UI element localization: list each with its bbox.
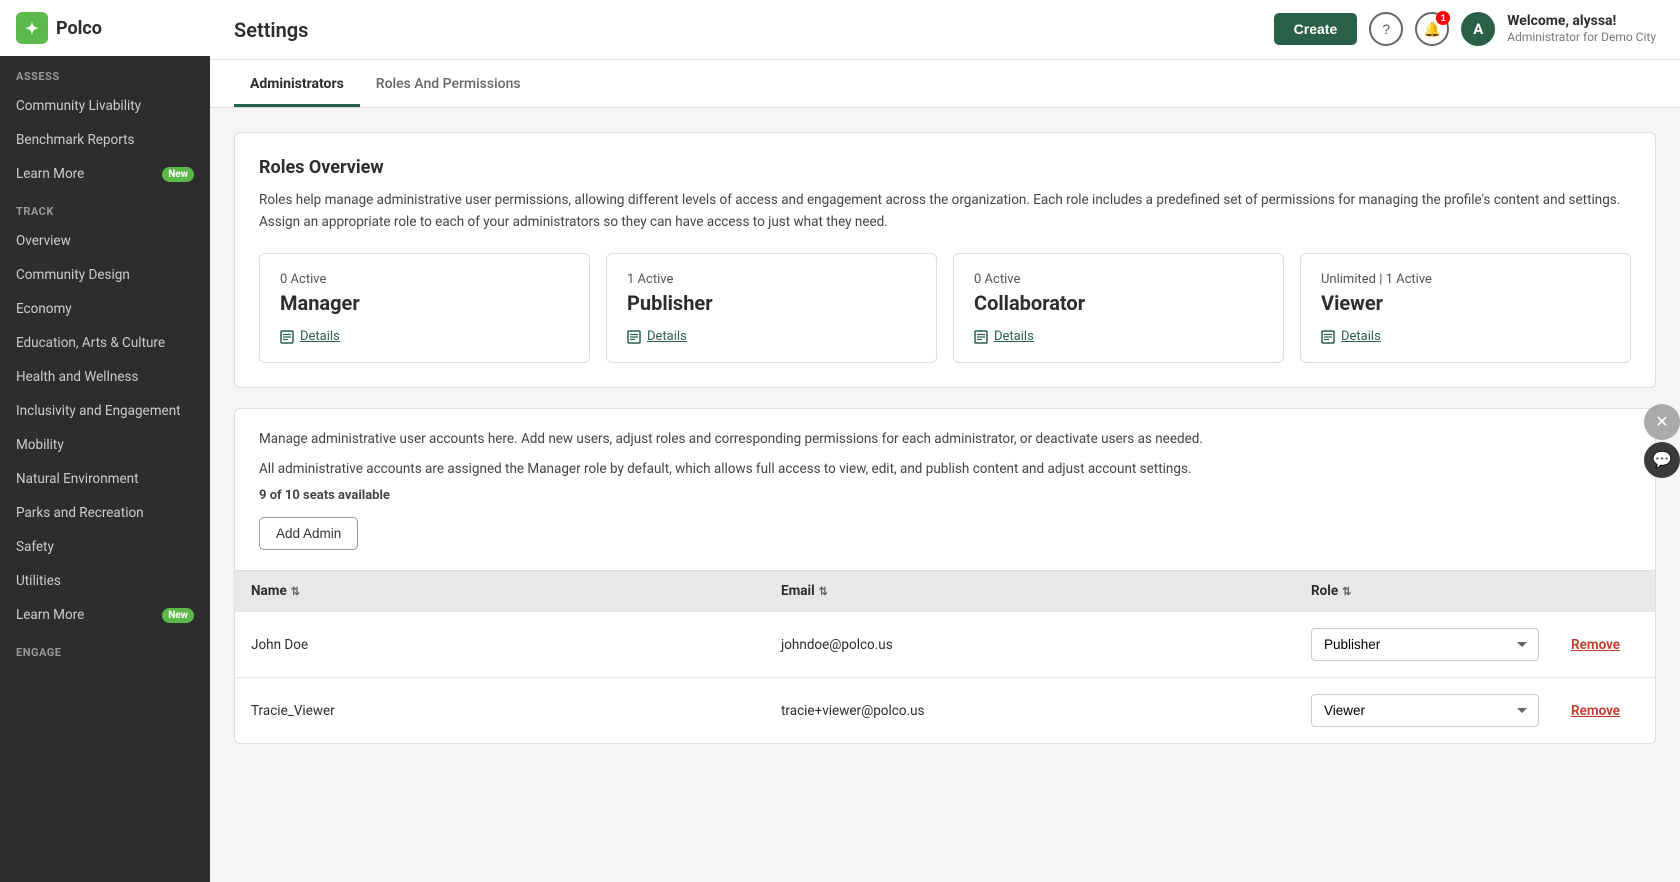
collaborator-details-link[interactable]: Details	[974, 329, 1263, 344]
sidebar-item-overview[interactable]: Overview	[0, 224, 210, 258]
help-button[interactable]: ?	[1369, 12, 1403, 46]
row1-role-cell: P Publisher Collaborator Viewer	[1295, 612, 1555, 677]
sidebar-item-safety[interactable]: Safety	[0, 530, 210, 564]
roles-overview-card: Roles Overview Roles help manage adminis…	[234, 132, 1656, 388]
sidebar-item-health-and-wellness[interactable]: Health and Wellness	[0, 360, 210, 394]
new-badge-track: New	[162, 608, 194, 623]
sidebar-item-natural-environment[interactable]: Natural Environment	[0, 462, 210, 496]
admins-desc1: Manage administrative user accounts here…	[259, 429, 1631, 451]
role-card-viewer: Unlimited | 1 Active Viewer Details	[1300, 253, 1631, 363]
sidebar-item-economy[interactable]: Economy	[0, 292, 210, 326]
sidebar: ✦ Polco ASSESS Community Livability Benc…	[0, 0, 210, 882]
publisher-active-label: 1 Active	[627, 272, 916, 287]
admins-table: Name ⇅ Email ⇅ Role ⇅	[235, 570, 1655, 743]
roles-overview-title: Roles Overview	[259, 157, 1631, 178]
tab-administrators[interactable]: Administrators	[234, 60, 360, 107]
sidebar-item-learn-more-assess[interactable]: Learn More New	[0, 157, 210, 191]
add-admin-button[interactable]: Add Admin	[259, 517, 358, 550]
logo-icon: ✦	[16, 12, 48, 44]
sort-icon-role[interactable]: ⇅	[1342, 585, 1351, 598]
manager-role-name: Manager	[280, 291, 569, 315]
avatar[interactable]: A	[1461, 12, 1495, 46]
publisher-role-name: Publisher	[627, 291, 916, 315]
sort-icon-email[interactable]: ⇅	[819, 585, 828, 598]
role-card-manager: 0 Active Manager Details	[259, 253, 590, 363]
th-action	[1555, 571, 1655, 611]
role-card-publisher: 1 Active Publisher Details	[606, 253, 937, 363]
row2-name: Tracie_Viewer	[235, 678, 765, 743]
sidebar-item-education-arts-culture[interactable]: Education, Arts & Culture	[0, 326, 210, 360]
seats-text: 9 of 10 seats available	[259, 488, 1631, 503]
tab-roles-and-permissions[interactable]: Roles And Permissions	[360, 60, 537, 107]
viewer-active-label: Unlimited | 1 Active	[1321, 272, 1610, 287]
welcome-text: Welcome, alyssa! Administrator for Demo …	[1507, 12, 1656, 47]
floating-panel: ✕ 💬	[1644, 404, 1680, 478]
collaborator-role-name: Collaborator	[974, 291, 1263, 315]
sidebar-item-parks-and-recreation[interactable]: Parks and Recreation	[0, 496, 210, 530]
admins-desc2: All administrative accounts are assigned…	[259, 459, 1631, 481]
main-content: Settings Create ? 🔔 1 A Welcome, alyssa!…	[210, 0, 1680, 882]
create-button[interactable]: Create	[1274, 13, 1358, 45]
collaborator-active-label: 0 Active	[974, 272, 1263, 287]
sidebar-item-benchmark-reports[interactable]: Benchmark Reports	[0, 123, 210, 157]
viewer-role-name: Viewer	[1321, 291, 1610, 315]
sidebar-item-mobility[interactable]: Mobility	[0, 428, 210, 462]
page-content: Administrators Roles And Permissions Rol…	[210, 60, 1680, 882]
details-icon-manager	[280, 330, 294, 344]
floating-close-button[interactable]: ✕	[1644, 404, 1680, 440]
tabs-bar: Administrators Roles And Permissions	[210, 60, 1680, 108]
sidebar-section-assess: ASSESS	[0, 56, 210, 89]
roles-grid: 0 Active Manager Details 1 Active Publis…	[259, 253, 1631, 363]
viewer-details-link[interactable]: Details	[1321, 329, 1610, 344]
notifications-button[interactable]: 🔔 1	[1415, 12, 1449, 46]
th-role: Role ⇅	[1295, 571, 1555, 611]
admins-section: Manage administrative user accounts here…	[234, 408, 1656, 744]
sidebar-logo: ✦ Polco	[0, 0, 210, 56]
sidebar-section-engage: ENGAGE	[0, 632, 210, 665]
row1-email: johndoe@polco.us	[765, 612, 1295, 677]
new-badge-assess: New	[162, 167, 194, 182]
details-icon-viewer	[1321, 330, 1335, 344]
logo-text: Polco	[56, 18, 102, 39]
table-row: John Doe johndoe@polco.us P Publisher Co…	[235, 611, 1655, 677]
sidebar-item-community-design[interactable]: Community Design	[0, 258, 210, 292]
roles-overview-desc: Roles help manage administrative user pe…	[259, 190, 1631, 233]
row2-remove-button[interactable]: Remove	[1571, 703, 1620, 719]
row1-name: John Doe	[235, 612, 765, 677]
sort-icon-name[interactable]: ⇅	[291, 585, 300, 598]
sidebar-item-community-livability[interactable]: Community Livability	[0, 89, 210, 123]
page-title: Settings	[234, 18, 308, 42]
publisher-details-link[interactable]: Details	[627, 329, 916, 344]
floating-chat-button[interactable]: 💬	[1644, 442, 1680, 478]
admins-header: Manage administrative user accounts here…	[235, 409, 1655, 570]
th-name: Name ⇅	[235, 571, 765, 611]
sidebar-item-utilities[interactable]: Utilities	[0, 564, 210, 598]
sidebar-item-inclusivity-and-engagement[interactable]: Inclusivity and Engagement	[0, 394, 210, 428]
manager-active-label: 0 Active	[280, 272, 569, 287]
th-email: Email ⇅	[765, 571, 1295, 611]
table-row: Tracie_Viewer tracie+viewer@polco.us Man…	[235, 677, 1655, 743]
content-area: Roles Overview Roles help manage adminis…	[210, 108, 1680, 768]
row1-action: Remove	[1555, 612, 1655, 677]
row2-email: tracie+viewer@polco.us	[765, 678, 1295, 743]
header-right: Create ? 🔔 1 A Welcome, alyssa! Administ…	[1274, 12, 1656, 47]
row1-remove-button[interactable]: Remove	[1571, 637, 1620, 653]
row2-action: Remove	[1555, 678, 1655, 743]
details-icon-collaborator	[974, 330, 988, 344]
sidebar-section-track: TRACK	[0, 191, 210, 224]
role-card-collaborator: 0 Active Collaborator Details	[953, 253, 1284, 363]
details-icon-publisher	[627, 330, 641, 344]
row1-role-select[interactable]: P Publisher Collaborator Viewer	[1311, 628, 1539, 661]
manager-details-link[interactable]: Details	[280, 329, 569, 344]
header: Settings Create ? 🔔 1 A Welcome, alyssa!…	[210, 0, 1680, 60]
notification-badge: 1	[1436, 11, 1450, 25]
table-header: Name ⇅ Email ⇅ Role ⇅	[235, 570, 1655, 611]
row2-role-cell: Manager Publisher Collaborator Viewer	[1295, 678, 1555, 743]
row2-role-select[interactable]: Manager Publisher Collaborator Viewer	[1311, 694, 1539, 727]
sidebar-item-learn-more-track[interactable]: Learn More New	[0, 598, 210, 632]
